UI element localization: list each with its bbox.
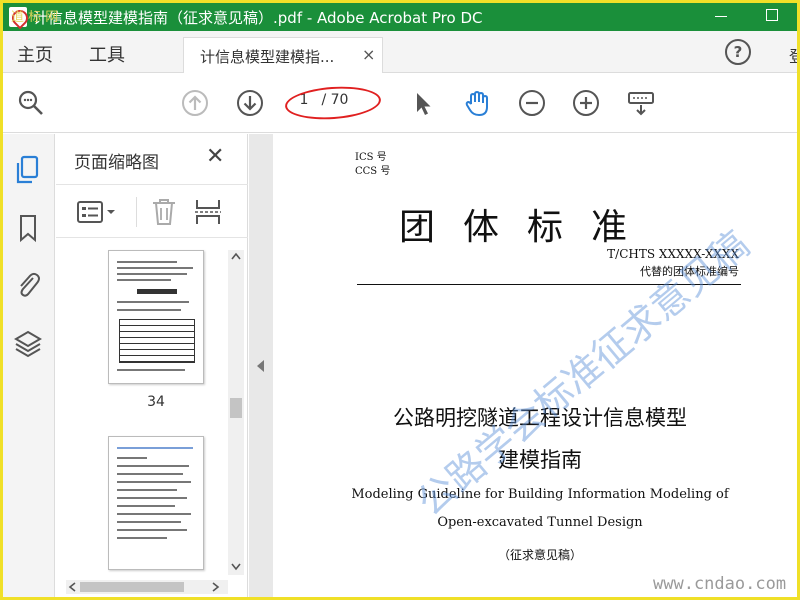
panel-splitter[interactable] xyxy=(249,134,273,597)
draft-status-note: （征求意见稿） xyxy=(497,548,582,562)
help-icon[interactable]: ? xyxy=(725,39,751,65)
standard-type-title: 团体标准 xyxy=(398,207,655,248)
acrobat-app-icon xyxy=(9,7,27,27)
main-toolbar: 1 / 70 xyxy=(3,73,797,133)
layers-icon[interactable] xyxy=(13,328,43,360)
select-cursor-icon[interactable] xyxy=(409,89,437,117)
zoom-in-icon[interactable] xyxy=(572,89,600,117)
page-thumbnail[interactable] xyxy=(108,250,204,384)
ics-number: ICS 号 xyxy=(355,152,387,163)
page-thumbnails-panel: 页面缩略图 ✕ 34 xyxy=(56,134,248,597)
diagonal-watermark: 公路学会标准征求意见稿 xyxy=(408,222,758,525)
vertical-scroll-thumb[interactable] xyxy=(230,398,242,418)
document-view[interactable]: ICS 号 CCS 号 团体标准 T/CHTS XXXXX-XXXX 代替的团体… xyxy=(273,134,797,597)
document-title-en-line2: Open-excavated Tunnel Design xyxy=(437,515,643,530)
red-annotation-oval xyxy=(284,83,382,123)
maximize-button[interactable] xyxy=(766,9,778,21)
menu-tab-bar: 主页 工具 计信息模型建模指... × ? 登 xyxy=(3,31,797,73)
thumbnail-page-label: 34 xyxy=(147,394,165,410)
tab-document-label: 计信息模型建模指... xyxy=(200,48,335,66)
thumbnail-toolbar xyxy=(56,184,248,238)
toolbar-divider xyxy=(136,197,137,227)
panel-title: 页面缩略图 xyxy=(74,153,159,173)
window-title: 计信息模型建模指南（征求意见稿）.pdf - Adobe Acrobat Pro… xyxy=(33,9,483,27)
bookmark-icon[interactable] xyxy=(13,212,43,244)
document-title-en-line1: Modeling Guideline for Building Informat… xyxy=(351,487,729,502)
next-page-icon[interactable] xyxy=(236,89,264,117)
thumbnail-vertical-scrollbar[interactable] xyxy=(228,250,244,575)
scroll-up-icon[interactable] xyxy=(231,252,241,260)
scroll-down-icon[interactable] xyxy=(231,563,241,571)
zoom-out-icon[interactable] xyxy=(518,89,546,117)
scroll-left-icon[interactable] xyxy=(68,582,76,592)
document-title-cn-line2: 建模指南 xyxy=(498,448,582,472)
options-menu-icon[interactable] xyxy=(76,199,120,225)
keyboard-read-mode-icon[interactable] xyxy=(627,89,655,117)
attachment-icon[interactable] xyxy=(13,268,43,300)
tab-document[interactable]: 计信息模型建模指... × xyxy=(183,37,383,73)
minimize-button[interactable] xyxy=(715,16,727,17)
pages-icon[interactable] xyxy=(13,154,43,186)
ccs-number: CCS 号 xyxy=(355,166,391,177)
hand-tool-icon[interactable] xyxy=(463,89,491,117)
previous-page-icon[interactable] xyxy=(181,89,209,117)
title-bar: 计信息模型建模指南（征求意见稿）.pdf - Adobe Acrobat Pro… xyxy=(3,3,797,31)
horizontal-scroll-thumb[interactable] xyxy=(80,582,184,592)
thumbnail-horizontal-scrollbar[interactable] xyxy=(66,580,228,594)
insert-page-icon[interactable] xyxy=(194,197,222,227)
menu-tools[interactable]: 工具 xyxy=(89,41,125,67)
page-thumbnail[interactable] xyxy=(108,436,204,570)
acrobat-window: 计信息模型建模指南（征求意见稿）.pdf - Adobe Acrobat Pro… xyxy=(3,3,797,597)
site-watermark: www.cndao.com xyxy=(653,574,787,594)
collapse-panel-icon[interactable] xyxy=(257,360,264,372)
delete-page-icon[interactable] xyxy=(150,197,178,227)
search-icon[interactable] xyxy=(17,89,45,117)
close-panel-icon[interactable]: ✕ xyxy=(206,144,224,169)
menu-home[interactable]: 主页 xyxy=(17,41,53,67)
signin-link[interactable]: 登 xyxy=(789,43,797,67)
navigation-rail xyxy=(3,134,55,597)
close-tab-icon[interactable]: × xyxy=(362,45,375,64)
scroll-right-icon[interactable] xyxy=(212,582,220,592)
